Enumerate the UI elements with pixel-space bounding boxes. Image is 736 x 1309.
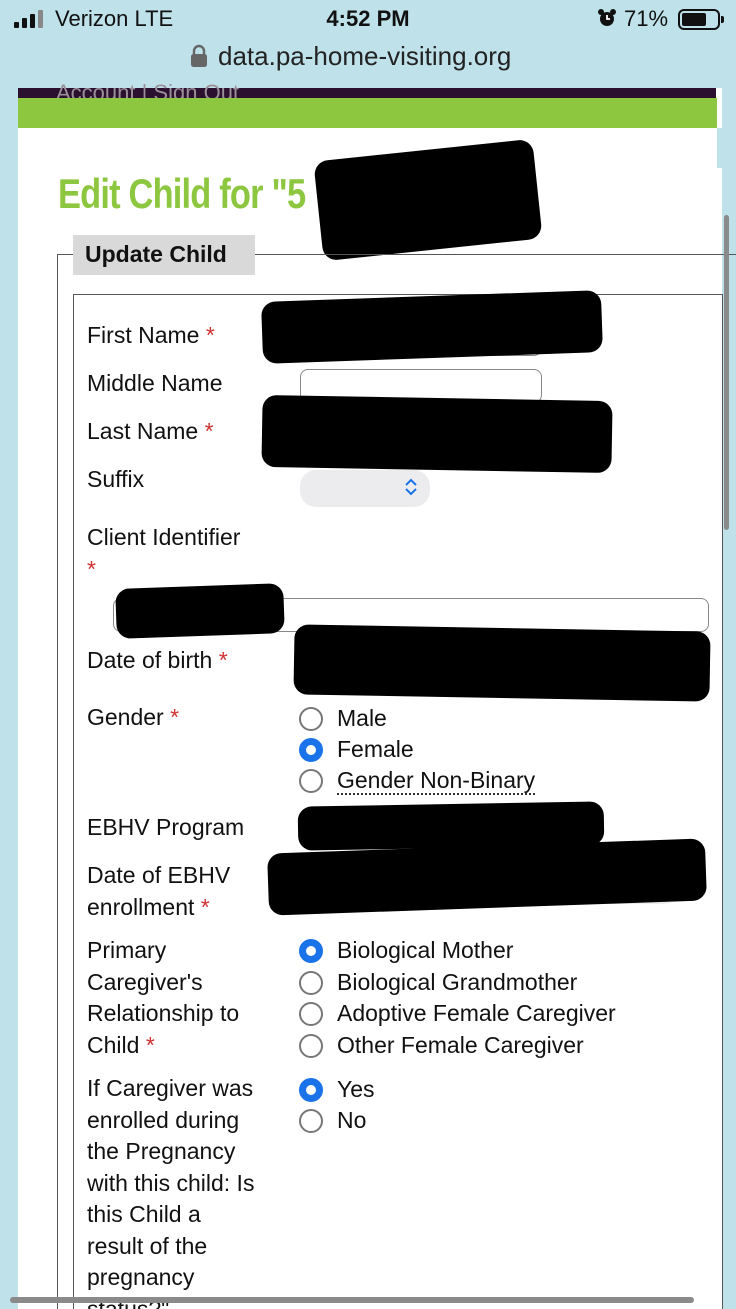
pregnancy-question-label: If Caregiver was enrolled during the Pre… [87, 1075, 255, 1309]
caregiver-relationship-label: Primary Caregiver's Relationship to Chil… [87, 937, 240, 1058]
header-links[interactable]: Account | Sign Out [56, 80, 239, 98]
radio-button[interactable] [299, 706, 323, 731]
first-name-label: First Name * [87, 322, 215, 348]
radio-button[interactable] [299, 1108, 323, 1133]
horizontal-scrollbar[interactable] [10, 1297, 694, 1303]
redaction [115, 583, 285, 639]
suffix-select[interactable] [300, 470, 430, 507]
caregiver-option-other-female[interactable]: Other Female Caregiver [299, 1030, 584, 1061]
redaction [293, 624, 711, 702]
suffix-label: Suffix [87, 466, 145, 492]
radio-button[interactable] [299, 1033, 323, 1058]
web-page: Account | Sign Out Edit Child for "5 Upd… [18, 80, 736, 1309]
radio-button[interactable] [299, 768, 323, 793]
radio-button-selected[interactable] [299, 1077, 323, 1102]
redaction [261, 394, 613, 474]
battery-icon [678, 9, 724, 30]
pregnancy-option-yes[interactable]: Yes [299, 1074, 375, 1105]
last-name-label: Last Name * [87, 418, 214, 444]
nav-bar [18, 98, 717, 128]
status-bar: Verizon LTE 4:52 PM 71% [0, 0, 736, 40]
dob-label: Date of birth * [87, 647, 228, 673]
gender-option-male[interactable]: Male [299, 703, 387, 734]
ebhv-enrollment-label: Date of EBHV enrollment * [87, 862, 231, 920]
fieldset-legend: Update Child [73, 235, 255, 275]
redaction [261, 290, 603, 364]
gender-option-non-binary[interactable]: Gender Non-Binary [299, 765, 536, 796]
gender-label: Gender * [87, 704, 180, 730]
caregiver-option-biological-grandmother[interactable]: Biological Grandmother [299, 967, 577, 998]
page-title: Edit Child for "5 [58, 170, 306, 217]
battery-percent: 71% [624, 6, 669, 31]
caregiver-option-adoptive-female[interactable]: Adoptive Female Caregiver [299, 998, 616, 1029]
lock-icon [191, 44, 207, 67]
chevron-updown-icon [405, 478, 417, 496]
gender-option-female[interactable]: Female [299, 734, 414, 765]
caregiver-option-biological-mother[interactable]: Biological Mother [299, 935, 513, 966]
vertical-scrollbar[interactable] [724, 215, 729, 530]
radio-button[interactable] [299, 1001, 323, 1026]
middle-name-label: Middle Name [87, 370, 223, 396]
ebhv-program-label: EBHV Program [87, 814, 245, 840]
alarm-icon [598, 9, 616, 26]
pregnancy-option-no[interactable]: No [299, 1105, 366, 1136]
client-identifier-label: Client Identifier * [87, 524, 241, 582]
radio-button-selected[interactable] [299, 737, 323, 762]
redaction [313, 138, 543, 262]
url-text[interactable]: data.pa-home-visiting.org [218, 41, 511, 72]
radio-button-selected[interactable] [299, 938, 323, 963]
radio-button[interactable] [299, 970, 323, 995]
address-bar[interactable]: data.pa-home-visiting.org [0, 36, 736, 80]
